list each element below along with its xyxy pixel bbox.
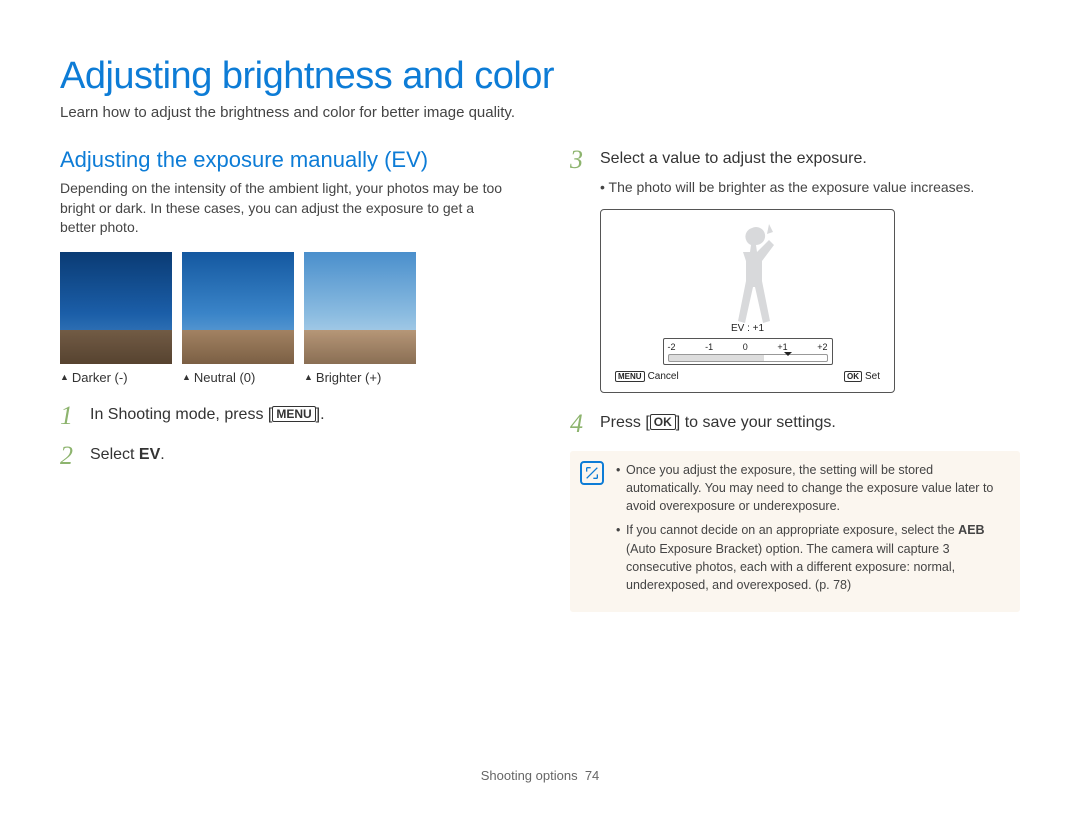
step-number: 3 [570,147,590,173]
step-text: Press [OK] to save your settings. [600,411,836,432]
exposure-thumbnails [60,252,510,364]
step2-bold: EV [139,446,160,463]
step2-post: . [160,446,164,463]
thumb-brighter [304,252,416,364]
step1-post: ]. [316,406,325,423]
step-text: In Shooting mode, press [MENU]. [90,403,325,424]
step-text: Select a value to adjust the exposure. [600,147,867,168]
step-2: 2 Select EV. [60,443,510,469]
section-desc: Depending on the intensity of the ambien… [60,179,510,238]
tick: 0 [743,342,748,352]
step4-post: ] to save your settings. [676,414,836,431]
footer-page-number: 74 [585,768,599,783]
note-box: Once you adjust the exposure, the settin… [570,451,1020,612]
note2-a: If you cannot decide on an appropriate e… [626,523,958,537]
ok-button-inline: OK [650,414,676,430]
step2-pre: Select [90,446,139,463]
thumb-neutral [182,252,294,364]
ev-value-label: EV : +1 [611,323,884,334]
left-column: Adjusting the exposure manually (EV) Dep… [60,147,510,612]
step3-bullet: The photo will be brighter as the exposu… [600,179,1020,195]
step1-pre: In Shooting mode, press [ [90,406,272,423]
ev-scale: -2 -1 0 +1 +2 [663,338,833,365]
note2-b: (Auto Exposure Bracket) option. The came… [626,542,955,592]
section-heading-ev: Adjusting the exposure manually (EV) [60,147,510,173]
note2-bold: AEB [958,523,984,537]
tick: -2 [668,342,676,352]
note-item: If you cannot decide on an appropriate e… [616,521,1006,594]
step-3: 3 Select a value to adjust the exposure. [570,147,1020,173]
footer-section: Shooting options [481,768,578,783]
intro-text: Learn how to adjust the brightness and c… [60,104,1020,121]
camera-screen-preview: EV : +1 -2 -1 0 +1 +2 MENUCancel O [600,209,895,393]
set-label: Set [865,371,880,382]
caption-neutral: Neutral (0) [182,370,294,385]
cancel-control: MENUCancel [615,371,679,382]
menu-mini-button: MENU [615,371,645,382]
menu-button-inline: MENU [272,406,315,422]
caption-darker: Darker (-) [60,370,172,385]
tick: -1 [705,342,713,352]
page-title: Adjusting brightness and color [60,55,1020,98]
step-4: 4 Press [OK] to save your settings. [570,411,1020,437]
page-footer: Shooting options 74 [0,768,1080,783]
right-column: 3 Select a value to adjust the exposure.… [570,147,1020,612]
tick: +1 [777,342,787,352]
cancel-label: Cancel [648,371,679,382]
note-icon [580,461,604,485]
step-number: 2 [60,443,80,469]
step4-pre: Press [ [600,414,650,431]
note-item: Once you adjust the exposure, the settin… [616,461,1006,515]
caption-brighter: Brighter (+) [304,370,416,385]
set-control: OKSet [844,371,880,382]
tick: +2 [817,342,827,352]
step-text: Select EV. [90,443,165,464]
step-1: 1 In Shooting mode, press [MENU]. [60,403,510,429]
ev-slider-pointer [784,352,792,360]
step-number: 1 [60,403,80,429]
ok-mini-button: OK [844,371,862,382]
thumb-darker [60,252,172,364]
step-number: 4 [570,411,590,437]
